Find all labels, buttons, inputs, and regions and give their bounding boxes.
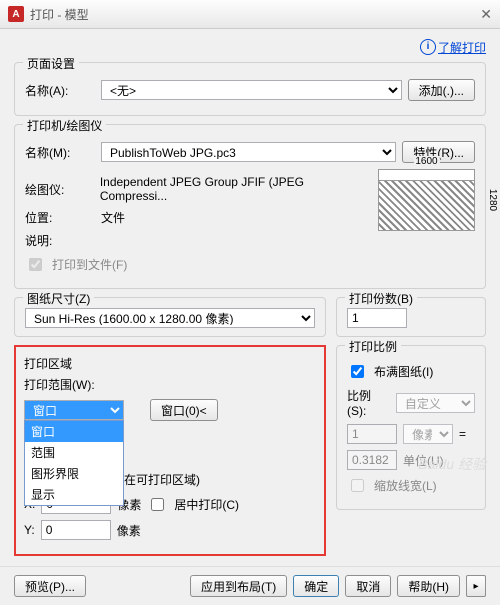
cancel-button[interactable]: 取消 bbox=[345, 575, 391, 597]
ratio-select: 自定义 bbox=[396, 393, 475, 413]
y-unit: 像素 bbox=[117, 522, 141, 539]
printer-name-select[interactable]: PublishToWeb JPG.pc3 bbox=[101, 142, 396, 162]
print-to-file-checkbox bbox=[29, 258, 42, 271]
unit2-input bbox=[347, 450, 397, 470]
window-pick-button[interactable]: 窗口(0)< bbox=[150, 399, 218, 421]
window-title: 打印 - 模型 bbox=[30, 6, 480, 23]
close-icon[interactable]: ✕ bbox=[480, 6, 492, 23]
range-option-window[interactable]: 窗口 bbox=[25, 421, 123, 442]
print-area-highlight: 打印区域 打印范围(W): 窗口 窗口 范围 图形界限 显示 窗口(0)< 打印 bbox=[14, 345, 326, 556]
ratio-label: 比例(S): bbox=[347, 387, 390, 418]
add-button[interactable]: 添加(.)... bbox=[408, 79, 475, 101]
name-label: 名称(A): bbox=[25, 82, 95, 99]
print-range-label: 打印范围(W): bbox=[24, 376, 316, 393]
lineweights-checkbox bbox=[351, 479, 364, 492]
center-checkbox[interactable] bbox=[151, 498, 164, 511]
plotter-label: 绘图仪: bbox=[25, 181, 94, 198]
fit-label: 布满图纸(I) bbox=[374, 363, 433, 380]
preview-button[interactable]: 预览(P)... bbox=[14, 575, 86, 597]
print-to-file-label: 打印到文件(F) bbox=[52, 256, 127, 273]
unit1-input bbox=[347, 424, 397, 444]
copies-input[interactable] bbox=[347, 308, 407, 328]
print-range-dropdown: 窗口 范围 图形界限 显示 bbox=[24, 420, 124, 506]
plotter-value: Independent JPEG Group JFIF (JPEG Compre… bbox=[100, 175, 370, 203]
print-area-group: 打印区域 打印范围(W): 窗口 窗口 范围 图形界限 显示 窗口(0)< 打印 bbox=[20, 351, 320, 550]
center-label: 居中打印(C) bbox=[174, 496, 239, 513]
equals-label: = bbox=[459, 427, 466, 441]
info-icon: i bbox=[420, 39, 436, 55]
copies-group: 打印份数(B) bbox=[336, 297, 486, 337]
paper-preview bbox=[378, 169, 475, 231]
apply-layout-button[interactable]: 应用到布局(T) bbox=[190, 575, 287, 597]
scale-title: 打印比例 bbox=[345, 338, 401, 355]
footer: 预览(P)... 应用到布局(T) 确定 取消 帮助(H) ▸ bbox=[0, 566, 500, 605]
unit1-select: 像素 bbox=[403, 424, 453, 444]
printer-group: 打印机/绘图仪 名称(M): PublishToWeb JPG.pc3 特性(R… bbox=[14, 124, 486, 289]
y-label: Y: bbox=[24, 523, 35, 537]
paper-size-select[interactable]: Sun Hi-Res (1600.00 x 1280.00 像素) bbox=[25, 308, 315, 328]
unit2-label: 单位(U) bbox=[403, 452, 444, 469]
printer-name-label: 名称(M): bbox=[25, 144, 95, 161]
app-icon: A bbox=[8, 6, 24, 22]
copies-title: 打印份数(B) bbox=[345, 290, 417, 307]
paper-size-group: 图纸尺寸(Z) Sun Hi-Res (1600.00 x 1280.00 像素… bbox=[14, 297, 326, 337]
desc-label: 说明: bbox=[25, 232, 95, 249]
where-label: 位置: bbox=[25, 209, 95, 226]
titlebar: A 打印 - 模型 ✕ bbox=[0, 0, 500, 29]
range-option-display[interactable]: 显示 bbox=[25, 484, 123, 505]
printer-title: 打印机/绘图仪 bbox=[23, 117, 106, 134]
paper-size-title: 图纸尺寸(Z) bbox=[23, 290, 94, 307]
learn-print-link[interactable]: 了解打印 bbox=[438, 39, 486, 56]
print-area-title: 打印区域 bbox=[24, 355, 316, 372]
y-input[interactable] bbox=[41, 520, 111, 540]
page-setup-name-select[interactable]: <无> bbox=[101, 80, 402, 100]
where-value: 文件 bbox=[101, 209, 125, 226]
range-option-extents[interactable]: 范围 bbox=[25, 442, 123, 463]
expand-icon[interactable]: ▸ bbox=[466, 575, 486, 597]
lineweights-label: 缩放线宽(L) bbox=[374, 477, 437, 494]
scale-group: 打印比例 布满图纸(I) 比例(S):自定义 像素= 单位(U) 缩放线宽(L) bbox=[336, 345, 486, 510]
page-setup-group: 页面设置 名称(A): <无> 添加(.)... bbox=[14, 62, 486, 116]
print-range-select[interactable]: 窗口 窗口 范围 图形界限 显示 bbox=[24, 400, 124, 420]
ok-button[interactable]: 确定 bbox=[293, 575, 339, 597]
fit-checkbox[interactable] bbox=[351, 365, 364, 378]
range-option-limits[interactable]: 图形界限 bbox=[25, 463, 123, 484]
page-setup-title: 页面设置 bbox=[23, 55, 79, 72]
help-button[interactable]: 帮助(H) bbox=[397, 575, 460, 597]
